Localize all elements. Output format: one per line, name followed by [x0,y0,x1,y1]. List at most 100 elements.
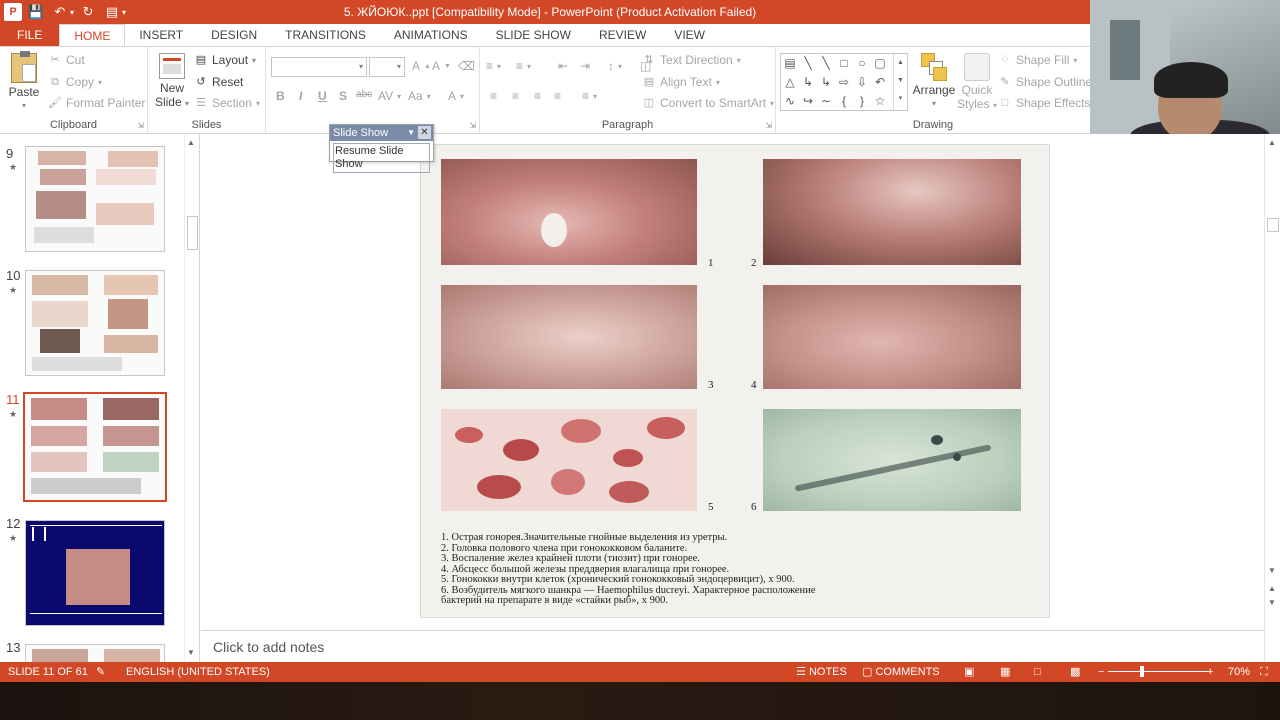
right-brace-icon[interactable]: } [854,93,870,109]
slide-thumbnail-10[interactable] [25,270,165,376]
star-shape-icon[interactable]: ☆ [872,93,888,109]
scroll-down-icon[interactable]: ▼ [1268,566,1276,575]
freeform-shape-icon[interactable]: ↶ [872,74,888,90]
numbering-icon[interactable]: ≡ ▾ [516,59,531,73]
rectangle-shape-icon[interactable]: □ [836,55,852,71]
next-slide-icon[interactable]: ▼ [1268,598,1276,607]
thumbnail-scrollbar[interactable]: ▲ ▼ [184,134,198,662]
line-spacing-icon[interactable]: ↕ ▾ [608,59,622,73]
down-arrow-shape-icon[interactable]: ⇩ [854,74,870,90]
line-shape-icon[interactable]: ╲ [800,55,816,71]
tab-design[interactable]: DESIGN [197,24,271,46]
tab-insert[interactable]: INSERT [125,24,197,46]
bullets-icon[interactable]: ≡ ▾ [486,59,501,73]
notes-pane[interactable]: Click to add notes [201,630,1264,662]
start-from-beginning-icon[interactable]: ▤ [102,2,122,22]
rounded-rectangle-shape-icon[interactable]: ▢ [872,55,888,71]
paste-button[interactable]: Paste ▾ [6,51,42,113]
zoom-slider-knob[interactable] [1140,666,1144,677]
slide-image-4[interactable] [763,285,1021,389]
notes-toggle-button[interactable]: ☰ NOTES [796,662,847,682]
font-launcher-icon[interactable]: ⇲ [469,121,476,130]
line-shape-icon-2[interactable]: ╲ [818,55,834,71]
bent-connector-icon[interactable]: ↪ [800,93,816,109]
cut-button[interactable]: ✂ Cut [48,53,84,67]
spell-check-icon[interactable]: ✎ [96,662,105,682]
shapes-gallery[interactable]: ▤ ╲ ╲ □ ○ ▢ △ ↳ ↳ ⇨ ⇩ ↶ ∿ ↪ ∼ { } ☆ ▲ ▼ ▾ [780,53,908,111]
zoom-level[interactable]: 70% [1228,662,1250,682]
slide-image-1[interactable] [441,159,697,265]
tab-view[interactable]: VIEW [660,24,719,46]
comments-toggle-button[interactable]: ▢ COMMENTS [862,662,940,682]
format-painter-button[interactable]: 🖌 Format Painter [48,96,145,110]
elbow-connector-icon[interactable]: ↳ [800,74,816,90]
slide-editing-canvas[interactable]: 1 2 3 4 5 6 1. Острая гонорея.Значительн… [201,134,1264,630]
change-case-icon[interactable]: Aa ▾ [408,89,431,103]
bold-button[interactable]: B [276,89,285,103]
curve-shape-icon[interactable]: ∿ [782,93,798,109]
fit-to-window-icon[interactable]: ⛶ [1260,662,1268,682]
align-center-icon[interactable]: ≡ [512,89,519,103]
elbow-connector-icon-2[interactable]: ↳ [818,74,834,90]
triangle-shape-icon[interactable]: △ [782,74,798,90]
quick-styles-button[interactable]: Quick Styles ▾ [956,53,998,113]
tab-review[interactable]: REVIEW [585,24,660,46]
slide-thumbnail-12[interactable] [25,520,165,626]
language-indicator[interactable]: ENGLISH (UNITED STATES) [126,662,270,682]
arrange-button[interactable]: Arrange ▾ [912,53,956,111]
decrease-indent-icon[interactable]: ⇤ [558,59,568,73]
slide-image-2[interactable] [763,159,1021,265]
tab-transitions[interactable]: TRANSITIONS [271,24,380,46]
slide-sorter-icon[interactable]: ▦ [1000,662,1010,682]
zoom-in-icon[interactable]: + [1207,662,1213,682]
undo-dropdown-icon[interactable]: ▾ [70,8,74,17]
slide-show-toolbar-header[interactable]: Slide Show ▼ ✕ [330,125,433,141]
left-brace-icon[interactable]: { [836,93,852,109]
customize-qat-icon[interactable]: ▾ [122,8,126,17]
scroll-down-icon[interactable]: ▼ [187,648,195,657]
redo-icon[interactable]: ↻ [78,2,98,22]
character-spacing-icon[interactable]: AV ▾ [378,89,401,103]
increase-indent-icon[interactable]: ⇥ [580,59,590,73]
align-text-button[interactable]: ▤ Align Text ▾ [642,75,720,89]
current-slide[interactable]: 1 2 3 4 5 6 1. Острая гонорея.Значительн… [420,144,1050,618]
text-direction-button[interactable]: ⇅ Text Direction ▾ [642,53,740,67]
increase-font-icon[interactable]: A ▲ [412,59,431,73]
save-icon[interactable]: 💾 [26,2,46,22]
slide-thumbnail-9[interactable] [25,146,165,252]
justify-icon[interactable]: ≡ [554,89,561,103]
underline-button[interactable]: U [318,89,327,103]
reading-view-icon[interactable]: □ [1034,662,1041,682]
shape-effects-button[interactable]: □ Shape Effects ▾ [998,96,1099,110]
scroll-up-icon[interactable]: ▲ [1268,138,1276,147]
zoom-slider-track[interactable] [1108,671,1208,672]
layout-button[interactable]: ▤ Layout ▾ [194,53,256,67]
shadow-button[interactable]: S [339,89,347,103]
textbox-shape-icon[interactable]: ▤ [782,55,798,71]
close-icon[interactable]: ✕ [418,126,431,139]
slide-image-3[interactable] [441,285,697,389]
slide-thumbnail-13[interactable] [25,644,165,662]
section-button[interactable]: ☰ Section ▾ [194,96,260,110]
font-size-combo[interactable]: ▾ [369,57,405,77]
paragraph-launcher-icon[interactable]: ⇲ [765,121,772,130]
slide-image-6[interactable] [763,409,1021,511]
right-arrow-shape-icon[interactable]: ⇨ [836,74,852,90]
zoom-out-icon[interactable]: − [1098,662,1104,682]
tab-file[interactable]: FILE [0,24,60,46]
copy-button[interactable]: ⧉ Copy ▾ [48,75,102,89]
decrease-font-icon[interactable]: A ▼ [432,59,451,73]
canvas-scrollbar[interactable]: ▲ ▼ ▲ ▼ [1264,134,1280,662]
align-left-icon[interactable]: ≡ [490,89,497,103]
clipboard-launcher-icon[interactable]: ⇲ [137,121,144,130]
tab-home[interactable]: HOME [59,24,126,46]
clear-formatting-icon[interactable]: ⌫ [458,59,475,73]
undo-icon[interactable]: ↶ [50,2,70,22]
previous-slide-icon[interactable]: ▲ [1268,584,1276,593]
new-slide-button[interactable]: New Slide ▾ [154,53,190,111]
slide-show-view-icon[interactable]: ▩ [1070,662,1080,682]
oval-shape-icon[interactable]: ○ [854,55,870,71]
notes-placeholder[interactable]: Click to add notes [213,639,324,655]
font-name-combo[interactable]: ▾ [271,57,367,77]
scroll-up-icon[interactable]: ▲ [187,138,195,147]
